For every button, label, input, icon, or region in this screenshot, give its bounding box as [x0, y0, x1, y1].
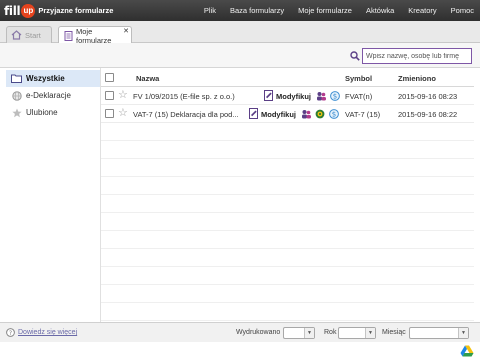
edit-document-icon	[249, 108, 259, 119]
logo-badge: up	[21, 3, 36, 18]
column-header-symbol[interactable]: Symbol	[345, 74, 372, 83]
sidebar-item-e-deklaracje[interactable]: e-Deklaracje	[6, 87, 100, 104]
empty-row	[101, 231, 474, 249]
row-modified: 2015-09-16 08:23	[398, 92, 458, 101]
empty-row	[101, 177, 474, 195]
star-icon	[11, 108, 22, 118]
status-strip	[0, 342, 480, 360]
table-header: Nazwa Symbol Zmieniono	[101, 68, 474, 87]
empty-row	[101, 249, 474, 267]
favorite-star-icon[interactable]: ☆	[118, 108, 128, 119]
svg-text:$: $	[332, 111, 336, 119]
chevron-down-icon: ▼	[304, 328, 314, 338]
sidebar-item-label: Ulubione	[26, 108, 58, 117]
menu-item-baza-formularzy[interactable]: Baza formularzy	[230, 6, 284, 15]
document-icon	[63, 30, 73, 41]
sidebar: Wszystkie e-Deklaracje Ulubione	[6, 68, 101, 322]
people-icon[interactable]	[301, 109, 311, 119]
search-input[interactable]	[362, 48, 472, 64]
tab-start[interactable]: Start	[6, 26, 52, 43]
tab-moje-formularze[interactable]: Moje formularze ✕	[58, 26, 132, 45]
logo-text: fill	[4, 3, 21, 18]
empty-row	[101, 285, 474, 303]
table-row[interactable]: ☆ FV 1/09/2015 (E-file sp. z o.o.) Modyf…	[101, 87, 474, 105]
menu-item-aktowka[interactable]: Aktówka	[366, 6, 394, 15]
forms-table: Nazwa Symbol Zmieniono ☆ FV 1/09/2015 (E…	[101, 68, 474, 322]
tab-start-label: Start	[25, 30, 41, 40]
empty-row	[101, 141, 474, 159]
tab-strip: Start Moje formularze ✕	[0, 21, 480, 45]
year-filter-label: Rok	[324, 329, 337, 336]
send-dollar-icon[interactable]: $	[330, 91, 340, 101]
column-header-modified[interactable]: Zmieniono	[398, 74, 436, 83]
month-filter-label: Miesiąc	[382, 329, 406, 336]
menu-item-pomoc[interactable]: Pomoc	[451, 6, 474, 15]
row-symbol: VAT-7 (15)	[345, 110, 381, 119]
chevron-down-icon: ▼	[458, 328, 468, 338]
empty-row	[101, 267, 474, 285]
printed-filter-select[interactable]: ▼	[283, 327, 315, 339]
empty-row	[101, 123, 474, 141]
svg-text:$: $	[333, 93, 337, 101]
e-deklaracje-send-icon[interactable]	[315, 109, 325, 119]
modify-button[interactable]: Modyfikuj	[261, 110, 296, 119]
search-icon[interactable]	[350, 51, 360, 61]
month-filter-select[interactable]: ▼	[409, 327, 469, 339]
chevron-down-icon: ▼	[365, 328, 375, 338]
drive-icon[interactable]	[460, 345, 474, 358]
table-row[interactable]: ☆ VAT-7 (15) Deklaracja dla pod... Modyf…	[101, 105, 474, 123]
edit-document-icon	[264, 90, 274, 101]
sidebar-item-wszystkie[interactable]: Wszystkie	[6, 70, 100, 87]
people-icon[interactable]	[316, 91, 326, 101]
year-filter-select[interactable]: ▼	[338, 327, 376, 339]
learn-more-link[interactable]: Dowiedz się więcej	[18, 329, 77, 336]
row-modified: 2015-09-16 08:22	[398, 110, 458, 119]
sidebar-item-label: e-Deklaracje	[26, 91, 71, 100]
row-name[interactable]: FV 1/09/2015 (E-file sp. z o.o.)	[133, 92, 235, 101]
row-checkbox[interactable]	[105, 109, 114, 118]
empty-row	[101, 159, 474, 177]
empty-row	[101, 213, 474, 231]
search-bar	[0, 43, 480, 68]
home-icon	[11, 30, 22, 40]
row-symbol: FVAT(n)	[345, 92, 373, 101]
sidebar-item-label: Wszystkie	[26, 74, 65, 83]
empty-row	[101, 303, 474, 321]
app-tagline: Przyjazne formularze	[38, 6, 114, 15]
menu-item-kreatory[interactable]: Kreatory	[408, 6, 436, 15]
main-menu: Plik Baza formularzy Moje formularze Akt…	[190, 0, 474, 21]
menu-item-moje-formularze[interactable]: Moje formularze	[298, 6, 352, 15]
column-header-name[interactable]: Nazwa	[136, 74, 159, 83]
top-bar: fill up Przyjazne formularze Plik Baza f…	[0, 0, 480, 21]
help-icon[interactable]: ?	[6, 328, 15, 337]
modify-button[interactable]: Modyfikuj	[276, 92, 311, 101]
printed-filter-label: Wydrukowano	[236, 329, 281, 336]
empty-row	[101, 195, 474, 213]
folder-icon	[11, 74, 22, 84]
footer-bar: ? Dowiedz się więcej Wydrukowano ▼ Rok ▼…	[0, 322, 480, 342]
close-icon[interactable]: ✕	[123, 28, 129, 35]
tab-moje-formularze-label: Moje formularze	[76, 26, 112, 45]
send-dollar-icon[interactable]: $	[329, 109, 339, 119]
svg-text:?: ?	[9, 330, 12, 337]
select-all-checkbox[interactable]	[105, 73, 114, 82]
sidebar-item-ulubione[interactable]: Ulubione	[6, 104, 100, 121]
favorite-star-icon[interactable]: ☆	[118, 90, 128, 101]
app-logo[interactable]: fill up Przyjazne formularze	[4, 2, 113, 19]
menu-item-plik[interactable]: Plik	[204, 6, 216, 15]
row-checkbox[interactable]	[105, 91, 114, 100]
globe-icon	[11, 90, 22, 101]
row-name[interactable]: VAT-7 (15) Deklaracja dla pod...	[133, 110, 239, 119]
